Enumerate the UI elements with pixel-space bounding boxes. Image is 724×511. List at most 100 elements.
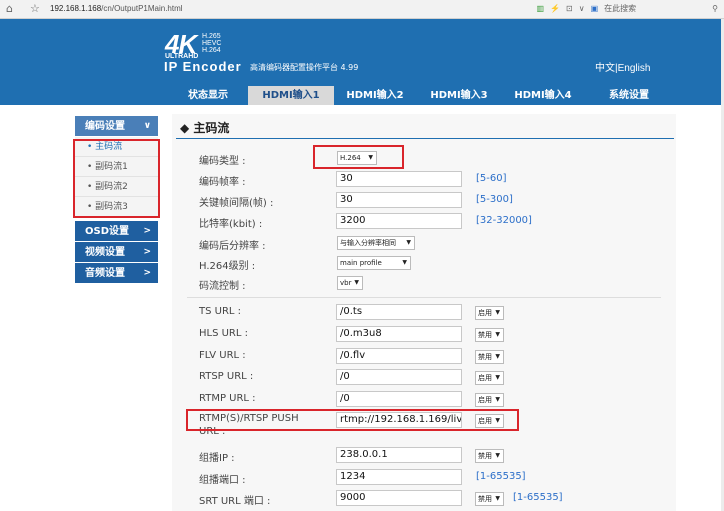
sidebar-group-audio[interactable]: 音频设置 > xyxy=(75,263,158,284)
level-value: main profile xyxy=(340,259,382,267)
address-bar[interactable]: 192.168.1.168/cn/OutputP1Main.html xyxy=(50,4,183,13)
chevron-down-icon: ∨ xyxy=(143,121,151,131)
logo-codecs: H.265 HEVC H.264 xyxy=(202,33,222,54)
tab-status[interactable]: 状态显示 xyxy=(178,86,238,105)
state-value: 禁用 xyxy=(478,495,492,503)
sidebar-group-label: 视频设置 xyxy=(85,247,125,258)
ts-url-input[interactable]: /0.ts xyxy=(336,304,462,320)
srt-port-range: [1-65535] xyxy=(513,492,563,503)
title-divider xyxy=(176,138,674,139)
gop-range: [5-300] xyxy=(476,194,513,205)
section-divider xyxy=(187,297,661,298)
rtmp-url-label: RTMP URL : xyxy=(199,393,256,404)
tab-hdmi-input-3[interactable]: HDMI输入3 xyxy=(424,86,494,105)
state-value: 禁用 xyxy=(478,353,492,361)
home-icon[interactable]: ⌂ xyxy=(6,2,13,16)
chevron-right-icon: > xyxy=(143,226,151,236)
chevron-right-icon: > xyxy=(143,268,151,278)
chevron-down-icon: ▼ xyxy=(406,239,411,246)
sidebar-group-video[interactable]: 视频设置 > xyxy=(75,242,158,263)
chevron-down-icon: ▼ xyxy=(495,374,500,381)
page-icon[interactable]: ⊡ xyxy=(566,4,573,13)
codec-type-label: 编码类型 : xyxy=(199,156,246,167)
bitrate-label: 比特率(kbit) : xyxy=(199,219,263,230)
sidebar-group-label: 音频设置 xyxy=(85,268,125,279)
multicast-ip-state-select[interactable]: 禁用 ▼ xyxy=(475,449,504,463)
browser-tools: ▥ ⚡ ⊡ ∨ ▣ 在此搜索 ⚲ xyxy=(536,3,718,14)
state-value: 启用 xyxy=(478,374,492,382)
state-value: 启用 xyxy=(478,396,492,404)
highlight-box-codec xyxy=(313,145,404,169)
multicast-ip-label: 组播IP : xyxy=(199,453,235,464)
sidebar-group-osd[interactable]: OSD设置 > xyxy=(75,221,158,242)
frame-rate-label: 编码帧率 : xyxy=(199,177,246,188)
rate-control-label: 码流控制 : xyxy=(199,281,246,292)
hls-url-input[interactable]: /0.m3u8 xyxy=(336,326,462,342)
rate-control-value: vbr xyxy=(340,279,352,287)
platform-subtitle: 高清编码器配置操作平台 4.99 xyxy=(250,63,359,72)
url-path: /cn/OutputP1Main.html xyxy=(101,4,183,13)
rtmp-url-input[interactable]: /0 xyxy=(336,391,462,407)
chevron-down-icon: ▼ xyxy=(495,331,500,338)
lightning-icon[interactable]: ⚡ xyxy=(550,4,560,13)
ts-url-label: TS URL : xyxy=(199,306,242,317)
product-name: IP Encoder xyxy=(164,59,242,74)
search-placeholder[interactable]: 在此搜索 xyxy=(604,3,636,14)
browser-toolbar: ⌂ ☆ 192.168.1.168/cn/OutputP1Main.html ▥… xyxy=(0,0,724,19)
highlight-box-rtmp-push xyxy=(186,409,519,431)
multicast-port-label: 组播端口 : xyxy=(199,475,246,486)
flv-url-input[interactable]: /0.flv xyxy=(336,348,462,364)
chevron-down-icon: ▼ xyxy=(354,279,359,286)
ts-url-state-select[interactable]: 启用 ▼ xyxy=(475,306,504,320)
resolution-label: 编码后分辨率 : xyxy=(199,241,266,252)
bitrate-input[interactable]: 3200 xyxy=(336,213,462,229)
tab-hdmi-input-4[interactable]: HDMI输入4 xyxy=(508,86,578,105)
srt-port-input[interactable]: 9000 xyxy=(336,490,462,506)
gop-label: 关键帧间隔(帧) : xyxy=(199,198,274,209)
rtsp-url-input[interactable]: /0 xyxy=(336,369,462,385)
page-title: ◆ 主码流 xyxy=(180,121,230,135)
sidebar-group-label: 编码设置 xyxy=(85,121,125,132)
tab-hdmi-input-1[interactable]: HDMI输入1 xyxy=(248,86,334,105)
state-value: 禁用 xyxy=(478,452,492,460)
sidebar-group-label: OSD设置 xyxy=(85,226,130,237)
srt-port-label: SRT URL 端口 : xyxy=(199,496,271,507)
srt-port-state-select[interactable]: 禁用 ▼ xyxy=(475,492,504,506)
chevron-down-icon: ▼ xyxy=(495,396,500,403)
star-icon[interactable]: ☆ xyxy=(30,2,40,16)
hls-url-label: HLS URL : xyxy=(199,328,249,339)
chevron-down-icon: ▼ xyxy=(495,495,500,502)
tab-system-settings[interactable]: 系统设置 xyxy=(596,86,662,105)
url-host: 192.168.1.168 xyxy=(50,4,102,13)
extension-icon[interactable]: ▥ xyxy=(536,4,544,13)
state-value: 启用 xyxy=(478,309,492,317)
resolution-select[interactable]: 与输入分辨率相同 ▼ xyxy=(337,236,415,250)
tab-hdmi-input-2[interactable]: HDMI输入2 xyxy=(340,86,410,105)
rtsp-url-state-select[interactable]: 启用 ▼ xyxy=(475,371,504,385)
state-value: 禁用 xyxy=(478,331,492,339)
logo-4k: 4K xyxy=(165,29,197,59)
search-icon[interactable]: ⚲ xyxy=(712,4,718,13)
rtsp-url-label: RTSP URL : xyxy=(199,371,254,382)
level-select[interactable]: main profile ▼ xyxy=(337,256,411,270)
sidebar-group-encoding[interactable]: 编码设置 ∨ xyxy=(75,116,158,137)
multicast-port-input[interactable]: 1234 xyxy=(336,469,462,485)
highlight-box-sidebar xyxy=(73,139,160,218)
chevron-down-icon: ▼ xyxy=(402,259,407,266)
multicast-ip-input[interactable]: 238.0.0.1 xyxy=(336,447,462,463)
language-switch[interactable]: 中文|English xyxy=(595,59,650,74)
flv-url-label: FLV URL : xyxy=(199,350,246,361)
frame-rate-range: [5-60] xyxy=(476,173,507,184)
flv-url-state-select[interactable]: 禁用 ▼ xyxy=(475,350,504,364)
search-engine-icon[interactable]: ▣ xyxy=(591,4,599,13)
hls-url-state-select[interactable]: 禁用 ▼ xyxy=(475,328,504,342)
frame-rate-input[interactable]: 30 xyxy=(336,171,462,187)
chevron-down-icon: ▼ xyxy=(495,309,500,316)
rtmp-url-state-select[interactable]: 启用 ▼ xyxy=(475,393,504,407)
bitrate-range: [32-32000] xyxy=(476,215,532,226)
rate-control-select[interactable]: vbr ▼ xyxy=(337,276,363,290)
chevron-down-icon[interactable]: ∨ xyxy=(579,4,585,13)
level-label: H.264级别 : xyxy=(199,261,256,272)
multicast-port-range: [1-65535] xyxy=(476,471,526,482)
gop-input[interactable]: 30 xyxy=(336,192,462,208)
